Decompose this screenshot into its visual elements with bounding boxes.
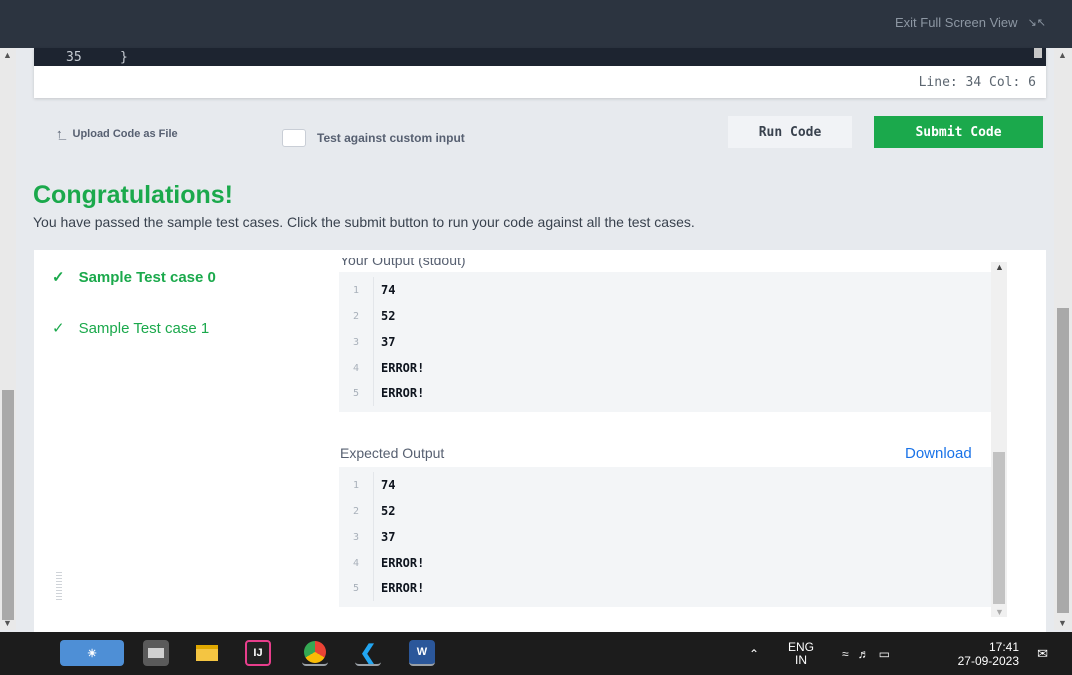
scroll-up-arrow-icon[interactable]: ▲	[995, 262, 1004, 272]
line-number: 1	[352, 284, 360, 296]
custom-input-checkbox[interactable]	[282, 129, 306, 147]
compress-arrows-icon: ↘↖	[1027, 17, 1046, 29]
upload-code-label: Upload Code as File	[72, 127, 178, 140]
output-line-text: 74	[381, 478, 396, 492]
volume-icon: ♬	[857, 646, 870, 661]
your-output-block: 1 74 2 52 3 37 4 ERROR! 5 ERROR!	[339, 272, 991, 412]
word-icon[interactable]: W	[409, 640, 435, 666]
output-line: 5 ERROR!	[339, 575, 424, 601]
scrollbar-thumb[interactable]	[2, 390, 14, 620]
vscode-icon[interactable]: ❮	[355, 640, 381, 666]
system-status-icons[interactable]: ≈ ♬ ▭	[842, 632, 890, 675]
output-line-text: ERROR!	[381, 556, 425, 570]
exit-fullscreen-label: Exit Full Screen View	[894, 15, 1018, 30]
line-number: 1	[352, 479, 360, 491]
input-language-indicator[interactable]: ENG IN	[788, 632, 814, 675]
output-line-text: 52	[381, 309, 396, 323]
code-line-text: }	[120, 50, 128, 65]
expected-output-block: 1 74 2 52 3 37 4 ERROR! 5 ERROR!	[339, 467, 991, 607]
download-link[interactable]: Download	[905, 445, 972, 462]
output-line: 1 74	[339, 472, 395, 498]
output-line: 3 37	[339, 329, 395, 355]
exit-fullscreen-button[interactable]: Exit Full Screen View ↘↖	[895, 15, 1046, 30]
scrollbar-thumb[interactable]	[993, 452, 1005, 604]
clock-time: 17:41	[988, 639, 1019, 654]
output-line: 3 37	[339, 524, 395, 550]
scroll-down-arrow-icon[interactable]: ▼	[995, 607, 1004, 617]
output-line: 5 ERROR!	[339, 380, 424, 406]
output-line-text: 74	[381, 283, 396, 297]
notification-icon[interactable]: ✉	[1037, 632, 1048, 675]
custom-input-toggle[interactable]: Test against custom input	[282, 129, 465, 147]
wifi-icon: ≈	[842, 646, 849, 661]
left-scrollbar[interactable]: ▲ ▼	[0, 48, 16, 630]
output-line-text: ERROR!	[381, 386, 425, 400]
upload-code-button[interactable]: ↑̲ Upload Code as File	[56, 126, 178, 141]
scroll-down-arrow-icon[interactable]: ▼	[1058, 618, 1067, 628]
test-results-panel: ✓ Sample Test case 0 ✓ Sample Test case …	[34, 250, 1046, 632]
custom-input-label: Test against custom input	[317, 131, 465, 145]
expected-output-label: Expected Output	[340, 445, 445, 461]
line-number: 4	[352, 557, 360, 569]
check-circle-icon: ✓	[52, 320, 65, 337]
widgets-icon[interactable]: ☀	[60, 640, 124, 666]
scrollbar-thumb[interactable]	[1057, 308, 1069, 613]
battery-icon: ▭	[878, 646, 890, 661]
test-case-label: Sample Test case 0	[78, 268, 216, 286]
tray-overflow-icon[interactable]: ⌃	[749, 632, 759, 675]
cursor-position-status: Line: 34 Col: 6	[918, 75, 1036, 90]
line-number: 5	[352, 582, 360, 594]
output-line-text: ERROR!	[381, 581, 425, 595]
run-code-button[interactable]: Run Code	[728, 116, 852, 148]
editor-scrollbar-thumb[interactable]	[1034, 48, 1042, 58]
code-editor-last-line[interactable]: 35 }	[34, 48, 1046, 66]
test-case-label: Sample Test case 1	[78, 319, 210, 337]
code-editor[interactable]: 35 } Line: 34 Col: 6	[34, 48, 1046, 98]
output-line: 4 ERROR!	[339, 550, 424, 576]
output-line: 4 ERROR!	[339, 355, 424, 381]
language-code: ENG	[788, 639, 815, 654]
scroll-up-arrow-icon[interactable]: ▲	[3, 50, 12, 60]
submit-code-button[interactable]: Submit Code	[874, 116, 1043, 148]
output-line: 2 52	[339, 498, 395, 524]
file-explorer-icon[interactable]	[194, 640, 220, 666]
your-output-label: Your Output (stdout)	[340, 252, 466, 268]
line-number: 3	[352, 531, 360, 543]
output-line-text: 37	[381, 335, 396, 349]
region-code: IN	[795, 652, 807, 667]
line-number: 2	[352, 310, 360, 322]
page-scrollbar[interactable]: ▲ ▼	[1054, 48, 1072, 630]
output-line-text: ERROR!	[381, 361, 425, 375]
windows-taskbar: ☀ IJ ❮ W ⌃ ENG IN ≈ ♬ ▭ 17:41 27-09-2023…	[0, 632, 1072, 675]
line-number: 5	[352, 387, 360, 399]
output-line-text: 52	[381, 504, 396, 518]
chrome-icon[interactable]	[302, 640, 328, 666]
resize-grip[interactable]	[56, 572, 62, 602]
test-case-tab-1[interactable]: ✓ Sample Test case 1	[52, 319, 210, 338]
fullscreen-topbar: Exit Full Screen View ↘↖	[0, 0, 1072, 48]
line-number: 35	[66, 50, 82, 65]
line-number: 4	[352, 362, 360, 374]
output-line: 1 74	[339, 277, 395, 303]
output-line: 2 52	[339, 303, 395, 329]
test-case-tab-0[interactable]: ✓ Sample Test case 0	[52, 268, 216, 287]
clock-date: 27-09-2023	[957, 653, 1019, 668]
scroll-up-arrow-icon[interactable]: ▲	[1058, 50, 1067, 60]
result-title: Congratulations!	[33, 181, 233, 209]
upload-icon: ↑̲	[56, 126, 63, 141]
result-message: You have passed the sample test cases. C…	[33, 214, 695, 230]
check-circle-icon: ✓	[52, 269, 65, 286]
line-number: 3	[352, 336, 360, 348]
editor-toolbar: ↑̲ Upload Code as File Test against cust…	[34, 112, 1046, 152]
task-view-icon[interactable]	[143, 640, 169, 666]
system-clock[interactable]: 17:41 27-09-2023	[958, 632, 1019, 675]
output-line-text: 37	[381, 530, 396, 544]
results-scrollbar[interactable]: ▲ ▼	[991, 262, 1007, 617]
line-number: 2	[352, 505, 360, 517]
scroll-down-arrow-icon[interactable]: ▼	[3, 618, 12, 628]
intellij-icon[interactable]: IJ	[245, 640, 271, 666]
